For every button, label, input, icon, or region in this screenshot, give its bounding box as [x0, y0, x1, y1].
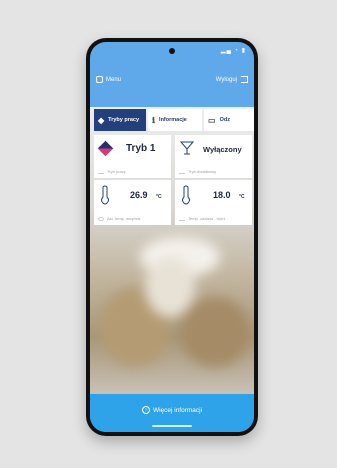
- logout-button[interactable]: Wyloguj: [216, 76, 248, 83]
- extra-mode-card[interactable]: Wyłączony Tryb dodatkowy: [175, 135, 252, 178]
- logout-icon: [241, 76, 248, 83]
- room-temp-value: 26.9: [130, 190, 148, 200]
- tab-bar: ◆ Tryby pracy ℹ Informacje ▭ Odz: [94, 109, 254, 131]
- chart-icon: [98, 169, 104, 174]
- mode-card[interactable]: Tryb 1 Tryb pracy: [94, 135, 171, 178]
- thermometer-icon: [101, 185, 109, 205]
- room-temp-unit: °C: [156, 194, 162, 200]
- eye-icon: [98, 216, 104, 221]
- cocktail-icon: [180, 141, 194, 155]
- chart-icon: [179, 169, 185, 174]
- room-temp-card[interactable]: 26.9 °C Akt. temp. wnętrza: [94, 180, 171, 225]
- main-content: ◆ Tryby pracy ℹ Informacje ▭ Odz Tryb 1: [90, 107, 254, 395]
- set-temp-label: Temp. zadana - tryb1: [188, 216, 226, 221]
- tab-tryby-pracy[interactable]: ◆ Tryby pracy: [94, 109, 146, 131]
- app-screen: ▂▄ ◔ ▮ Menu Wyloguj ◆ Tryby pracy ℹ Info…: [90, 42, 254, 432]
- mode-diamond-icon: [97, 140, 114, 157]
- extra-mode-label: Tryb dodatkowy: [188, 169, 217, 174]
- room-temp-label-row: Akt. temp. wnętrza: [98, 216, 140, 221]
- diamond-icon: ◆: [98, 115, 105, 125]
- info-icon: ℹ: [152, 115, 156, 125]
- menu-icon: [96, 76, 103, 83]
- tab-label: Odz: [219, 117, 230, 123]
- mode-label: Tryb pracy: [107, 169, 126, 174]
- more-info-label: Więcej informacji: [152, 406, 203, 414]
- more-info-button[interactable]: ? Więcej informacji: [90, 406, 254, 414]
- tab-informacje[interactable]: ℹ Informacje: [148, 109, 202, 131]
- set-temp-value: 18.0: [213, 190, 231, 200]
- tab-label: Informacje: [159, 117, 187, 123]
- menu-button[interactable]: Menu: [96, 76, 121, 83]
- mode-label-row: Tryb pracy: [98, 169, 126, 174]
- footer-bar: ? Więcej informacji: [90, 394, 254, 432]
- tab-label: Tryby pracy: [108, 117, 140, 123]
- menu-label: Menu: [106, 76, 122, 83]
- phone-frame: ▂▄ ◔ ▮ Menu Wyloguj ◆ Tryby pracy ℹ Info…: [86, 38, 258, 436]
- mode-value: Tryb 1: [126, 143, 156, 154]
- status-icons: ▂▄ ◔ ▮: [220, 48, 246, 54]
- extra-mode-value: Wyłączony: [203, 145, 242, 154]
- status-bar: ▂▄ ◔ ▮: [90, 42, 254, 60]
- extra-label-row: Tryb dodatkowy: [179, 169, 216, 174]
- chart-icon: [179, 216, 185, 221]
- calendar-icon: ▭: [208, 115, 216, 125]
- logout-label: Wyloguj: [215, 76, 237, 83]
- set-temp-label-row: Temp. zadana - tryb1: [179, 216, 226, 221]
- home-indicator: [152, 425, 192, 427]
- room-temp-label: Akt. temp. wnętrza: [107, 216, 141, 221]
- thermometer-icon: [182, 185, 190, 205]
- set-temp-card[interactable]: 18.0 °C Temp. zadana - tryb1: [175, 180, 252, 225]
- top-bar: Menu Wyloguj: [90, 76, 254, 92]
- camera-hole: [169, 48, 175, 54]
- tab-odz[interactable]: ▭ Odz: [204, 109, 254, 131]
- question-icon: ?: [141, 406, 150, 414]
- set-temp-unit: °C: [239, 194, 245, 200]
